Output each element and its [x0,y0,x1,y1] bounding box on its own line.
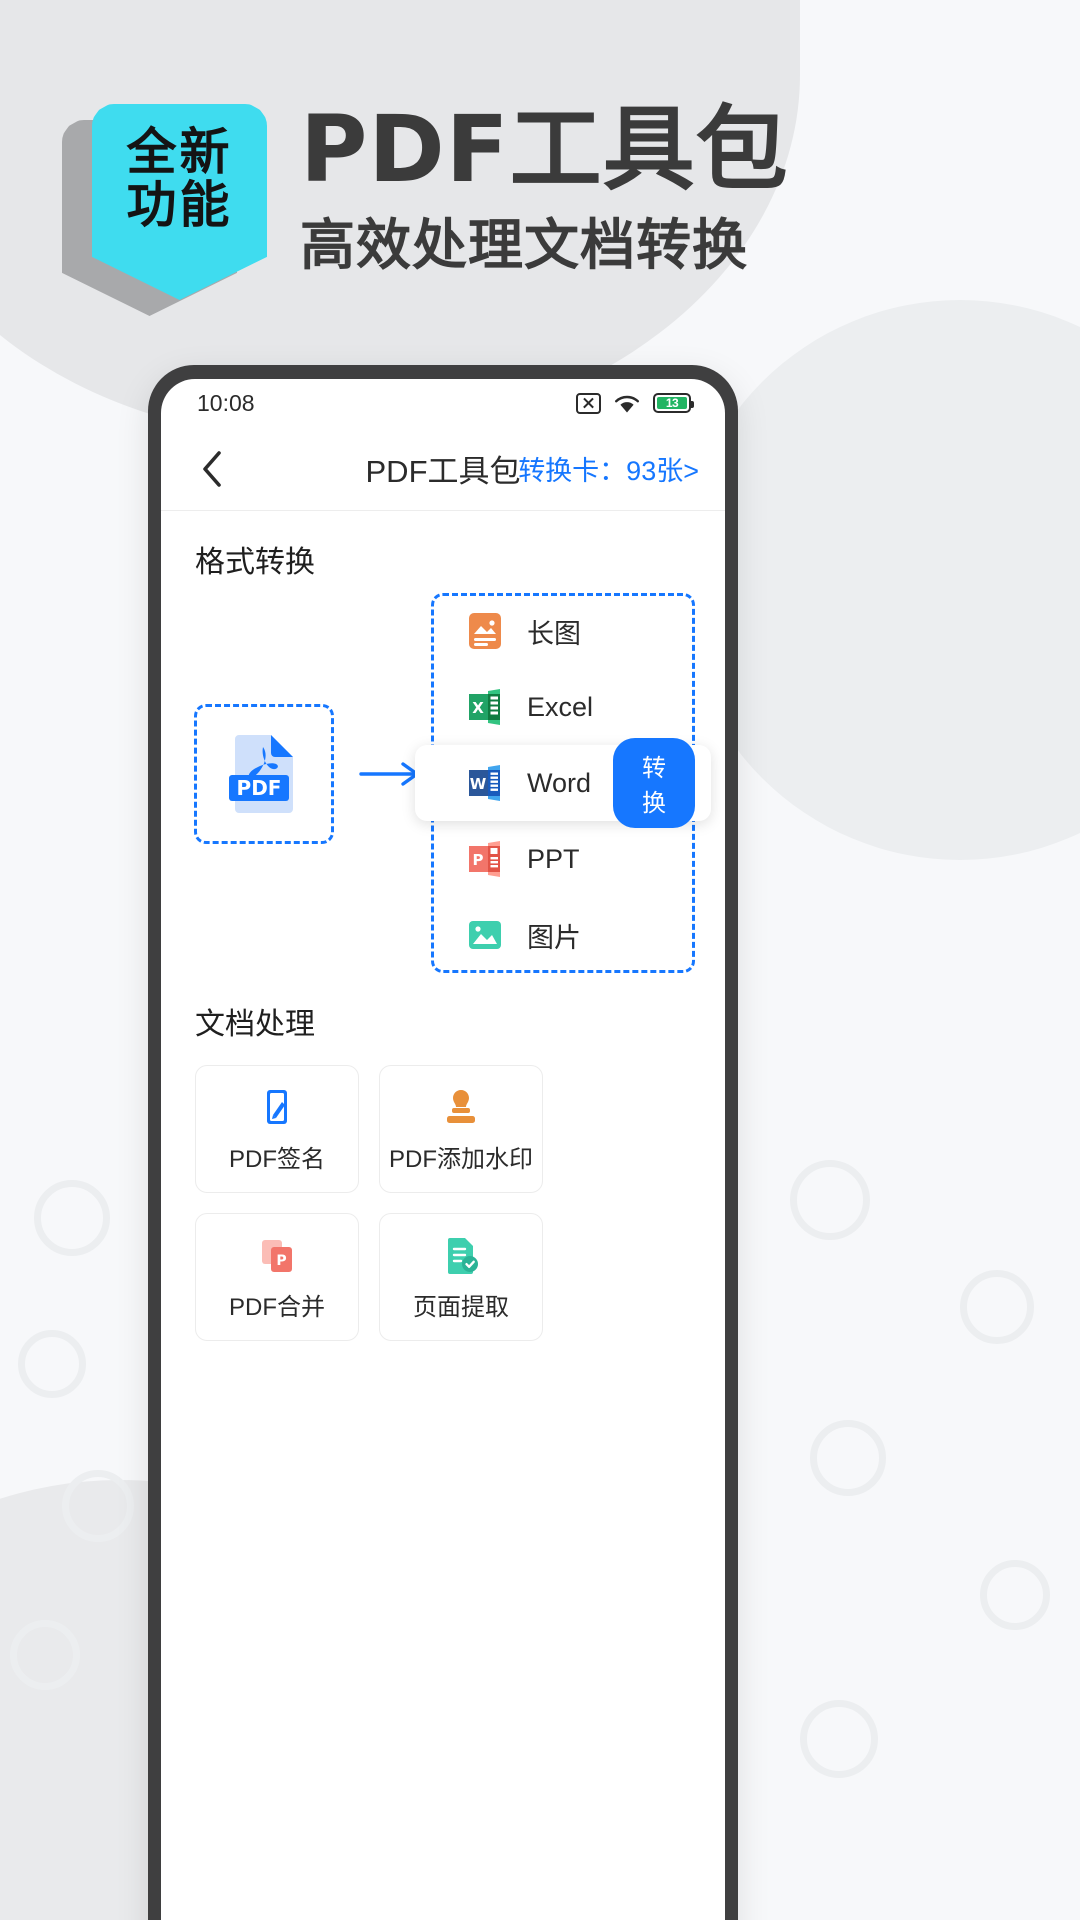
powerpoint-icon: P [465,839,505,879]
long-image-icon [465,611,505,651]
bg-ring [790,1160,870,1240]
svg-text:P: P [276,1253,286,1269]
target-format-list: 长图 X Excel W Word 转换 P PPT 图片 [415,593,711,973]
svg-text:PDF: PDF [237,776,282,800]
card-label: PDF添加水印 [389,1145,533,1173]
page-extract-icon [439,1233,483,1277]
pdf-file-icon: PDF [229,735,293,813]
bg-ring [10,1620,80,1690]
status-icon-group: 13 [576,392,694,414]
bg-ring [62,1470,134,1542]
phone-screen: 10:08 13 PDF工具包 转换卡：93张> 格式转换 PDF 长图 X E… [161,379,725,1920]
format-label: Word [527,767,592,798]
bg-ring [980,1560,1050,1630]
format-convert-diagram: PDF 长图 X Excel W Word 转换 P PPT 图片 [161,589,725,989]
pdf-merge-icon: P [255,1233,299,1277]
nav-bar: PDF工具包 转换卡：93张> [161,427,725,511]
format-row-word[interactable]: W Word 转换 [415,738,711,828]
card-label: PDF合并 [229,1293,325,1321]
battery-level: 13 [657,396,687,410]
format-row-ppt[interactable]: P PPT [431,821,695,897]
card-label: PDF签名 [229,1145,325,1173]
badge-line-1: 全新 [126,123,233,181]
new-feature-badge: 全新 功能 [62,96,272,316]
status-bar: 10:08 13 [161,379,725,427]
doc-processing-cards: PDF签名 PDF添加水印 P PDF合并 页面提取 [161,1051,725,1341]
format-label: PPT [527,843,580,874]
status-time: 10:08 [197,389,255,416]
convert-button[interactable]: 转换 [613,738,695,828]
card-pdf-merge[interactable]: P PDF合并 [195,1213,359,1341]
promo-header: 全新 功能 PDF工具包 高效处理文档转换 [0,0,1080,360]
bg-ring [34,1180,110,1256]
bg-ring [800,1700,878,1778]
svg-text:P: P [473,851,484,869]
battery-icon: 13 [653,393,694,413]
x-box-icon [576,392,601,414]
bg-ring [18,1330,86,1398]
page-title: PDF工具包 [300,96,789,203]
format-row-longimage[interactable]: 长图 [431,593,695,669]
card-page-extract[interactable]: 页面提取 [379,1213,543,1341]
card-pdf-sign[interactable]: PDF签名 [195,1065,359,1193]
doc-processing-section: 文档处理 PDF签名 PDF添加水印 P PDF合并 页面提取 [161,999,725,1341]
card-label: 页面提取 [413,1293,509,1321]
svg-text:W: W [470,775,487,793]
back-chevron-icon[interactable] [187,444,237,494]
promo-title-block: PDF工具包 高效处理文档转换 [300,104,789,273]
format-label: 图片 [527,922,581,953]
pdf-sign-icon [255,1085,299,1129]
bg-ring [960,1270,1034,1344]
wifi-icon [614,393,640,413]
phone-mockup: 10:08 13 PDF工具包 转换卡：93张> 格式转换 PDF 长图 X E… [148,365,738,1920]
screen-content: 格式转换 PDF 长图 X Excel W Word 转换 P PPT 图片 文… [161,511,725,1341]
format-row-excel[interactable]: X Excel [431,669,695,745]
badge-line-2: 功能 [126,176,233,234]
format-label: 长图 [527,618,581,649]
format-label: Excel [527,691,594,722]
source-file-dropzone[interactable]: PDF [194,704,334,844]
format-convert-title: 格式转换 [195,546,315,579]
excel-icon: X [465,687,505,727]
doc-processing-title: 文档处理 [195,1008,315,1041]
watermark-stamp-icon [439,1085,483,1129]
word-icon: W [465,763,505,803]
bg-circle-right [680,300,1080,860]
image-icon [465,915,505,955]
card-pdf-watermark[interactable]: PDF添加水印 [379,1065,543,1193]
page-subtitle: 高效处理文档转换 [300,213,749,277]
format-row-image[interactable]: 图片 [431,897,695,973]
svg-text:X: X [472,699,484,717]
bg-ring [810,1420,886,1496]
convert-card-link[interactable]: 转换卡：93张> [518,449,699,488]
